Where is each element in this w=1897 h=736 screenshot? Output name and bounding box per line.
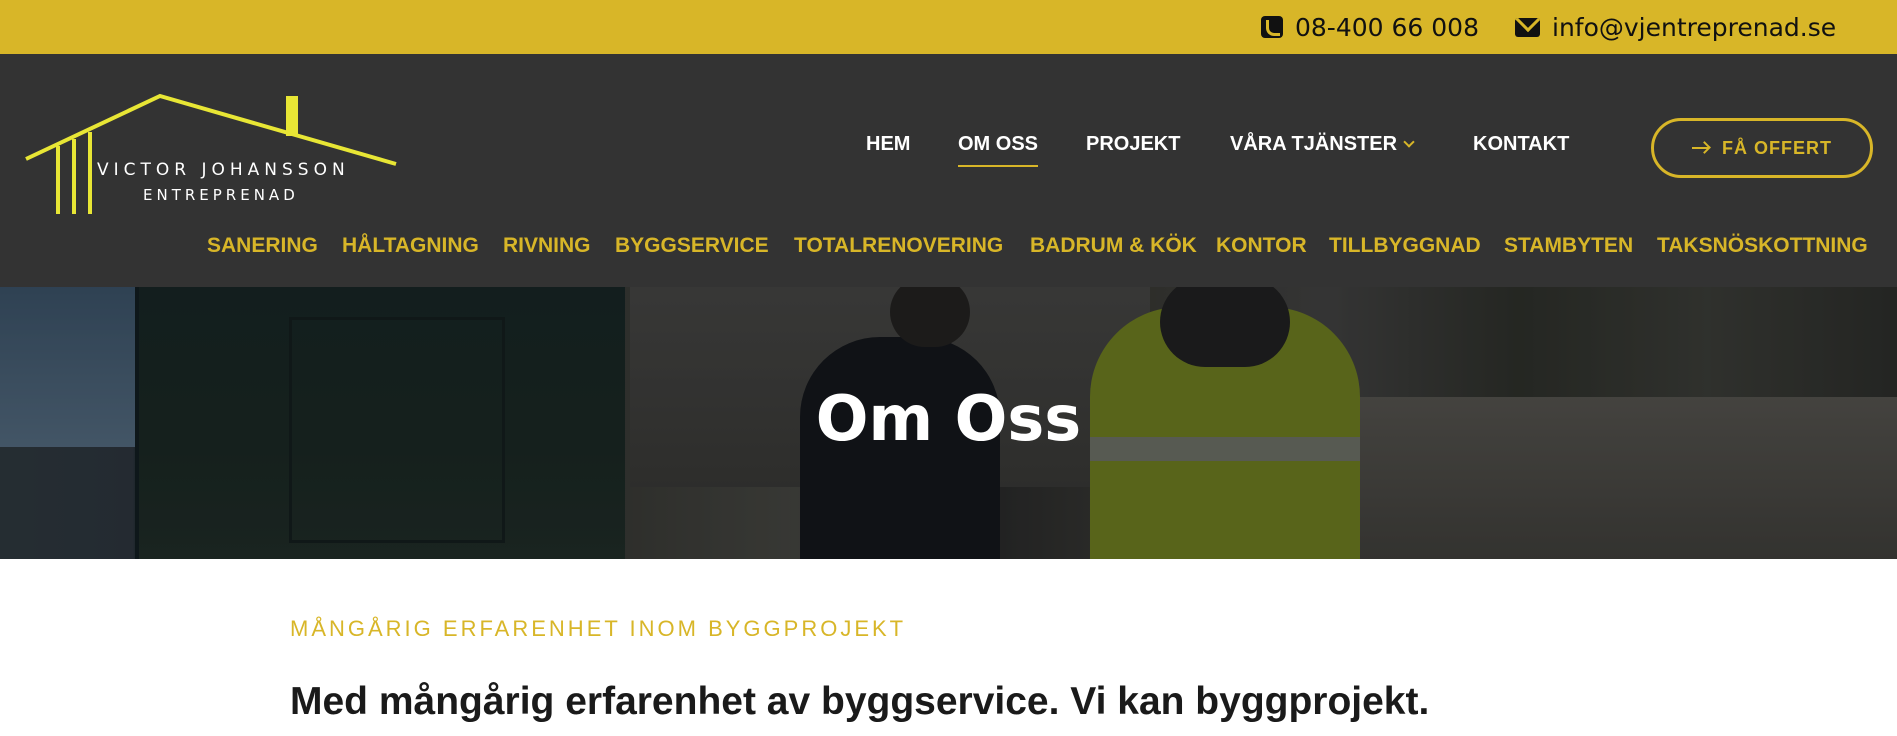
section-eyebrow: MÅNGÅRIG ERFARENHET INOM BYGGPROJEKT	[290, 616, 907, 641]
logo-subtitle: ENTREPRENAD	[143, 186, 299, 204]
service-link-haltagning[interactable]: HÅLTAGNING	[342, 234, 479, 258]
service-link-badrum-kok[interactable]: BADRUM & KÖK	[1030, 234, 1197, 258]
envelope-icon	[1515, 17, 1540, 37]
email-link[interactable]: info@vjentreprenad.se	[1515, 0, 1836, 54]
nav-item-projekt[interactable]: PROJEKT	[1086, 133, 1180, 156]
service-link-taksnoskottning[interactable]: TAKSNÖSKOTTNING	[1657, 234, 1868, 258]
service-link-tillbyggnad[interactable]: TILLBYGGNAD	[1329, 234, 1481, 258]
section-headline: Med mångårig erfarenhet av byggservice. …	[290, 680, 1430, 723]
service-link-stambyten[interactable]: STAMBYTEN	[1504, 234, 1633, 258]
nav-item-vara-tjanster[interactable]: VÅRA TJÄNSTER	[1230, 133, 1415, 156]
service-link-rivning[interactable]: RIVNING	[503, 234, 591, 258]
service-link-totalrenovering[interactable]: TOTALRENOVERING	[794, 234, 1003, 258]
nav-item-hem[interactable]: HEM	[866, 133, 910, 156]
nav-item-vara-tjanster-label: VÅRA TJÄNSTER	[1230, 133, 1398, 155]
chevron-down-icon	[1403, 136, 1415, 148]
arrow-right-icon	[1692, 147, 1708, 149]
company-logo[interactable]: VICTOR JOHANSSON ENTREPRENAD	[24, 84, 404, 214]
nav-item-kontakt[interactable]: KONTAKT	[1473, 133, 1569, 156]
top-contact-bar: 08-400 66 008 info@vjentreprenad.se	[0, 0, 1897, 54]
phone-icon	[1261, 16, 1283, 38]
nav-item-om-oss[interactable]: OM OSS	[958, 133, 1039, 167]
phone-link[interactable]: 08-400 66 008	[1261, 0, 1479, 54]
email-address[interactable]: info@vjentreprenad.se	[1552, 13, 1836, 42]
service-link-byggservice[interactable]: BYGGSERVICE	[615, 234, 769, 258]
site-header: VICTOR JOHANSSON ENTREPRENAD HEM OM OSS …	[0, 54, 1897, 287]
service-link-sanering[interactable]: SANERING	[207, 234, 318, 258]
hero-banner: Om Oss	[0, 287, 1897, 559]
service-link-kontor[interactable]: KONTOR	[1216, 234, 1307, 258]
get-quote-label: FÅ OFFERT	[1722, 137, 1832, 158]
page-title: Om Oss	[815, 382, 1082, 455]
logo-name: VICTOR JOHANSSON	[97, 160, 350, 180]
get-quote-button[interactable]: FÅ OFFERT	[1651, 118, 1873, 178]
phone-number[interactable]: 08-400 66 008	[1295, 13, 1479, 42]
